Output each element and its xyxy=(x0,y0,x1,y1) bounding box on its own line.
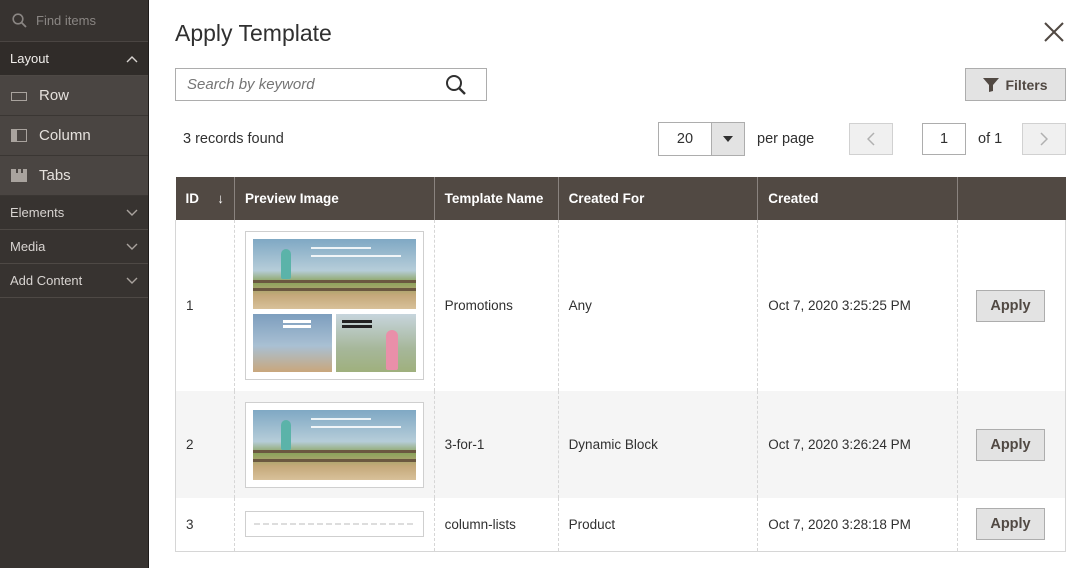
funnel-icon xyxy=(983,77,1000,92)
filters-label: Filters xyxy=(1005,76,1048,93)
column-header-actions xyxy=(956,177,1066,220)
cell-preview xyxy=(233,220,435,391)
sidebar-item-label: Row xyxy=(39,87,70,104)
preview-image xyxy=(244,231,424,380)
chevron-down-icon xyxy=(126,277,138,284)
cell-id: 3 xyxy=(175,498,235,552)
chevron-up-icon xyxy=(126,55,138,62)
search-input[interactable] xyxy=(176,69,444,100)
keyword-search xyxy=(175,68,487,101)
final-gear-sale-image xyxy=(336,314,416,372)
preview-image xyxy=(244,511,424,538)
beach-banner-image xyxy=(252,239,416,309)
sidebar-item-label: Tabs xyxy=(39,167,71,184)
cell-created: Oct 7, 2020 3:26:24 PM xyxy=(757,391,958,498)
table-header-row: ID ↓ Preview Image Template Name Created … xyxy=(175,177,1066,220)
cell-action: Apply xyxy=(956,498,1067,552)
table-row: 1 Promotions Any Oct 7, 2020 3:25:25 PM … xyxy=(175,220,1067,391)
column-icon xyxy=(11,129,27,142)
sidebar-group-label: Layout xyxy=(10,51,50,66)
cell-template-name: 3-for-1 xyxy=(433,391,559,498)
search-icon[interactable] xyxy=(444,73,468,97)
sidebar-item-row[interactable]: Row xyxy=(0,76,148,116)
apply-button[interactable]: Apply xyxy=(975,508,1045,541)
sort-arrow-icon: ↓ xyxy=(217,191,224,206)
find-items-search[interactable]: Find items xyxy=(0,0,148,42)
page-total: of 1 xyxy=(978,131,1003,147)
sidebar-group-label: Add Content xyxy=(10,273,83,288)
next-page-button[interactable] xyxy=(1022,123,1066,155)
chevron-left-icon xyxy=(867,132,875,146)
cell-preview xyxy=(233,391,435,498)
row-icon xyxy=(11,91,27,101)
cell-template-name: Promotions xyxy=(433,220,559,391)
close-icon[interactable] xyxy=(1042,20,1066,44)
per-page-select[interactable]: 20 xyxy=(658,122,745,156)
cell-preview xyxy=(233,498,435,552)
cell-action: Apply xyxy=(956,220,1067,391)
sidebar-group-label: Elements xyxy=(10,205,65,220)
cell-created-for: Any xyxy=(557,220,758,391)
cell-created: Oct 7, 2020 3:28:18 PM xyxy=(757,498,958,552)
table-row: 3 column-lists Product Oct 7, 2020 3:28:… xyxy=(175,498,1067,552)
per-page-value: 20 xyxy=(676,131,694,147)
chevron-down-icon xyxy=(126,209,138,216)
cell-id: 1 xyxy=(175,220,235,391)
sidebar-group-layout[interactable]: Layout xyxy=(0,42,148,76)
sidebar-item-label: Column xyxy=(39,127,91,144)
column-header-template-name[interactable]: Template Name xyxy=(433,177,559,220)
sidebar-item-column[interactable]: Column xyxy=(0,116,148,156)
search-icon xyxy=(12,13,27,28)
preview-image xyxy=(244,401,424,488)
per-page-label: per page xyxy=(757,131,815,147)
cell-created-for: Product xyxy=(557,498,758,552)
templates-table: ID ↓ Preview Image Template Name Created … xyxy=(175,177,1067,552)
column-header-preview[interactable]: Preview Image xyxy=(233,177,435,220)
column-header-created-for[interactable]: Created For xyxy=(557,177,758,220)
cell-id: 2 xyxy=(175,391,235,498)
apply-button[interactable]: Apply xyxy=(975,428,1045,461)
apply-template-modal: Apply Template Filters 3 records found 2… xyxy=(149,0,1091,568)
column-header-id[interactable]: ID ↓ xyxy=(175,177,235,220)
cell-created: Oct 7, 2020 3:25:25 PM xyxy=(757,220,958,391)
page-builder-sidebar: Find items Layout Row Column Tabs Elemen… xyxy=(0,0,149,568)
modal-title: Apply Template xyxy=(175,20,332,46)
per-page-dropdown-button[interactable] xyxy=(711,123,744,155)
records-count: 3 records found xyxy=(183,131,284,147)
chevron-right-icon xyxy=(1040,132,1048,146)
cell-created-for: Dynamic Block xyxy=(557,391,758,498)
filters-button[interactable]: Filters xyxy=(965,68,1066,101)
sidebar-item-tabs[interactable]: Tabs xyxy=(0,156,148,196)
table-row: 2 3-for-1 Dynamic Block Oct 7, 2020 3:26… xyxy=(175,391,1067,498)
find-items-placeholder: Find items xyxy=(36,13,96,28)
promo-hoodies-image xyxy=(252,314,333,372)
column-header-created[interactable]: Created xyxy=(757,177,958,220)
sidebar-group-elements[interactable]: Elements xyxy=(0,196,148,230)
page-number-input[interactable]: 1 xyxy=(922,123,966,155)
sidebar-group-add-content[interactable]: Add Content xyxy=(0,264,148,298)
sidebar-group-media[interactable]: Media xyxy=(0,230,148,264)
previous-page-button[interactable] xyxy=(849,123,893,155)
cell-action: Apply xyxy=(956,391,1067,498)
sidebar-group-label: Media xyxy=(10,239,46,254)
apply-button[interactable]: Apply xyxy=(975,289,1045,322)
chevron-down-icon xyxy=(126,243,138,250)
cell-template-name: column-lists xyxy=(433,498,559,552)
beach-banner-image xyxy=(252,409,416,480)
caret-down-icon xyxy=(723,136,733,142)
tabs-icon xyxy=(11,169,27,182)
